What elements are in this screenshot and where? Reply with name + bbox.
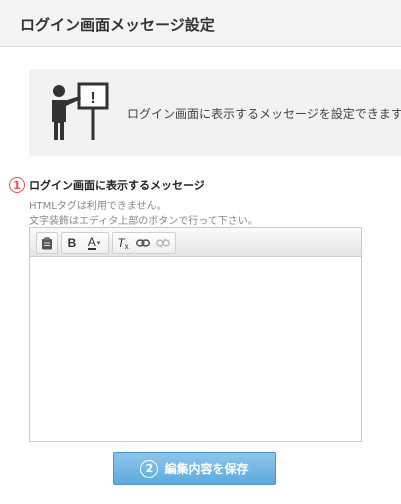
presenter-board-icon: !: [52, 82, 109, 140]
toolbar-group-links: Tx: [112, 232, 176, 254]
info-text: ログイン画面に表示するメッセージを設定できます。: [127, 107, 401, 121]
page-title: ログイン画面メッセージ設定: [20, 16, 215, 34]
save-button[interactable]: 2 編集内容を保存: [113, 452, 276, 485]
bold-icon[interactable]: B: [62, 233, 82, 253]
toolbar-group-clipboard: [36, 232, 58, 254]
paste-text-icon[interactable]: [37, 233, 57, 253]
chevron-down-icon: ▾: [96, 240, 101, 247]
page: ログイン画面メッセージ設定 ! ログイン画面に表示するメッセージを設定できます。…: [0, 0, 401, 504]
message-section-label: 1 ログイン画面に表示するメッセージ: [9, 177, 205, 193]
editor-toolbar: B A ▾ Tx: [30, 228, 361, 257]
remove-format-label: T: [117, 236, 125, 250]
note-decoration: 文字装飾はエディタ上部のボタンで行って下さい。: [29, 216, 258, 227]
note-html-tags: HTMLタグは利用できません。: [29, 201, 167, 212]
message-section-title: ログイン画面に表示するメッセージ: [29, 179, 205, 192]
font-color-icon[interactable]: A ▾: [82, 233, 106, 253]
save-button-label: 編集内容を保存: [164, 462, 249, 476]
link-icon[interactable]: [133, 233, 153, 253]
step-1-marker: 1: [9, 177, 25, 193]
message-editor: B A ▾ Tx: [29, 227, 362, 442]
remove-format-icon[interactable]: Tx: [113, 233, 133, 253]
step-2-marker: 2: [140, 459, 159, 478]
unlink-icon[interactable]: [153, 233, 173, 253]
info-panel: ! ログイン画面に表示するメッセージを設定できます。: [29, 69, 401, 156]
font-color-label: A: [87, 234, 96, 250]
page-header: ログイン画面メッセージ設定: [0, 0, 401, 47]
toolbar-group-basic: B A ▾: [61, 232, 109, 254]
editor-content-area[interactable]: [30, 257, 361, 441]
board-mark: !: [90, 90, 95, 107]
